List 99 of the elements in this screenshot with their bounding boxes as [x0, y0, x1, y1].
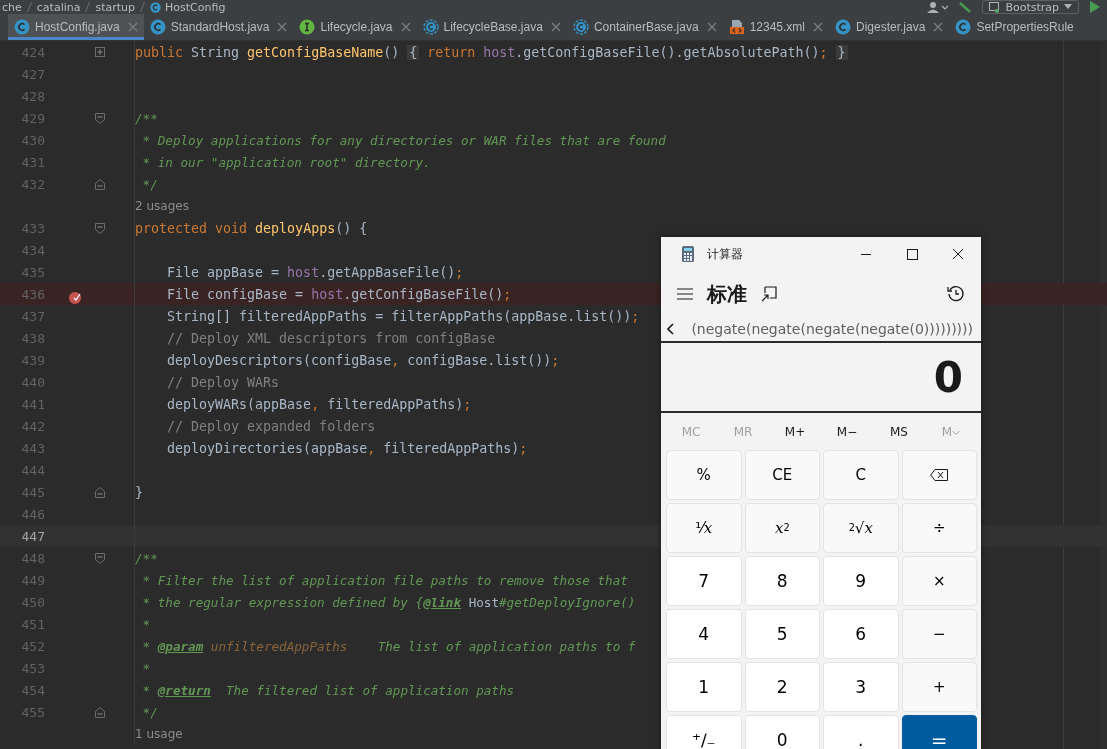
- usages-hint[interactable]: 1 usage: [135, 727, 183, 741]
- code-comment: * @param unfilteredAppPaths The list of application paths to f: [141, 638, 636, 654]
- line-number: 452: [21, 638, 45, 654]
- editor-tab[interactable]: Lifecycle.java: [293, 14, 417, 40]
- line-number: 450: [21, 594, 45, 610]
- digit-key[interactable]: 4: [666, 609, 742, 659]
- code-comment: *: [141, 660, 151, 676]
- editor-tab[interactable]: LifecycleBase.java: [416, 14, 567, 40]
- line-number: 431: [21, 154, 45, 170]
- code-comment: // Deploy expanded folders: [166, 418, 376, 434]
- code-line: File configBase = host.getConfigBaseFile();: [166, 286, 512, 302]
- code-line: deployDescriptors(configBase, configBase.list());: [166, 352, 560, 368]
- window-title: 计算器: [707, 245, 743, 263]
- result-display: 0: [933, 352, 963, 402]
- line-number: 440: [21, 374, 45, 390]
- line-number: 427: [21, 66, 45, 82]
- operator-key[interactable]: C: [823, 450, 899, 500]
- editor-tab[interactable]: ContainerBase.java: [566, 14, 723, 40]
- line-number: 436: [21, 286, 45, 302]
- breadcrumb-item[interactable]: che: [2, 0, 22, 14]
- digit-key[interactable]: 1: [666, 662, 742, 712]
- operator-key[interactable]: +: [901, 662, 977, 712]
- line-number: 428: [21, 88, 45, 104]
- line-number: 434: [21, 242, 45, 258]
- digit-key[interactable]: 8: [744, 556, 820, 606]
- digit-key[interactable]: 3: [823, 662, 899, 712]
- operator-key[interactable]: −: [901, 609, 977, 659]
- mode-title: 标准: [707, 280, 747, 308]
- line-number: 438: [21, 330, 45, 346]
- line-number: 445: [21, 484, 45, 500]
- usages-hint[interactable]: 2 usages: [135, 199, 189, 213]
- memory-button[interactable]: M−: [821, 425, 873, 439]
- code-line: File appBase = host.getAppBaseFile();: [166, 264, 464, 280]
- line-number: 432: [21, 176, 45, 192]
- digit-key[interactable]: 9: [823, 556, 899, 606]
- breadcrumb-item[interactable]: catalina: [36, 0, 81, 14]
- code-line: deployDirectories(appBase, filteredAppPaths);: [166, 440, 528, 456]
- digit-key[interactable]: 6: [823, 609, 899, 659]
- line-number: 433: [21, 220, 45, 236]
- line-number: 435: [21, 264, 45, 280]
- code-comment: /**: [135, 110, 158, 126]
- memory-button[interactable]: M+: [769, 425, 821, 439]
- editor-tab[interactable]: HostConfig.java: [8, 14, 144, 40]
- editor-tab[interactable]: SetPropertiesRule: [949, 14, 1080, 40]
- code-line: public String getConfigBaseName() { return host.getConfigBaseFile().getAbsolutePath(); }: [135, 44, 848, 60]
- operator-key[interactable]: CE: [744, 450, 820, 500]
- digit-key[interactable]: 0: [744, 715, 820, 749]
- code-line: protected void deployApps() {: [135, 220, 368, 236]
- line-number: 453: [21, 660, 45, 676]
- expression-text: (negate(negate(negate(negate(0))))))))): [690, 320, 973, 337]
- operator-key[interactable]: $^{2}$√x: [823, 503, 899, 553]
- line-number: 449: [21, 572, 45, 588]
- line-number: 447: [21, 528, 45, 544]
- line-number: 455: [21, 704, 45, 720]
- code-comment: /**: [135, 550, 158, 566]
- line-number: 424: [21, 44, 45, 60]
- code-comment: // Deploy XML descriptors from configBase: [166, 330, 496, 346]
- equals-button[interactable]: =: [901, 715, 977, 749]
- code-comment: */: [141, 704, 158, 720]
- digit-key[interactable]: 2: [744, 662, 820, 712]
- editor-tab[interactable]: Digester.java: [829, 14, 950, 40]
- digit-key[interactable]: ⁺∕₋: [666, 715, 742, 749]
- code-line: String[] filteredAppPaths = filterAppPaths(appBase.list());: [166, 308, 640, 324]
- code-line: }: [135, 484, 143, 500]
- run-config-dropdown[interactable]: Bootstrap: [982, 0, 1079, 14]
- code-comment: * Deploy applications for any directories or WAR files that are found: [141, 132, 666, 148]
- memory-button[interactable]: MS: [873, 425, 925, 439]
- editor-tab[interactable]: 12345.xml: [722, 14, 829, 40]
- code-comment: * the regular expression defined by {@link Host#getDeployIgnore(): [141, 594, 636, 610]
- digit-key[interactable]: 7: [666, 556, 742, 606]
- code-comment: *: [141, 616, 151, 632]
- line-number: 430: [21, 132, 45, 148]
- line-number: 437: [21, 308, 45, 324]
- line-number: 441: [21, 396, 45, 412]
- line-number: 442: [21, 418, 45, 434]
- breadcrumb-item[interactable]: HostConfig: [165, 0, 226, 14]
- line-number: 454: [21, 682, 45, 698]
- line-number: 443: [21, 440, 45, 456]
- code-line: deployWARs(appBase, filteredAppPaths);: [166, 396, 472, 412]
- digit-key[interactable]: .: [823, 715, 899, 749]
- code-comment: * @return The filtered list of application paths: [141, 682, 515, 698]
- code-comment: * Filter the list of application file paths to remove those that: [141, 572, 628, 588]
- code-comment: * in our "application root" directory.: [141, 154, 431, 170]
- line-number: 444: [21, 462, 45, 478]
- line-number: 451: [21, 616, 45, 632]
- operator-key[interactable]: %: [666, 450, 742, 500]
- code-comment: // Deploy WARs: [166, 374, 280, 390]
- operator-key[interactable]: x$^{2}$: [744, 503, 820, 553]
- line-number: 439: [21, 352, 45, 368]
- editor-tab[interactable]: StandardHost.java: [143, 14, 294, 40]
- line-number: 429: [21, 110, 45, 126]
- line-number: 446: [21, 506, 45, 522]
- code-comment: */: [141, 176, 158, 192]
- operator-key[interactable]: ÷: [901, 503, 977, 553]
- operator-key[interactable]: ¹⁄x: [666, 503, 742, 553]
- operator-key[interactable]: ×: [901, 556, 977, 606]
- breadcrumb-item[interactable]: startup: [95, 0, 136, 14]
- digit-key[interactable]: 5: [744, 609, 820, 659]
- line-number: 448: [21, 550, 45, 566]
